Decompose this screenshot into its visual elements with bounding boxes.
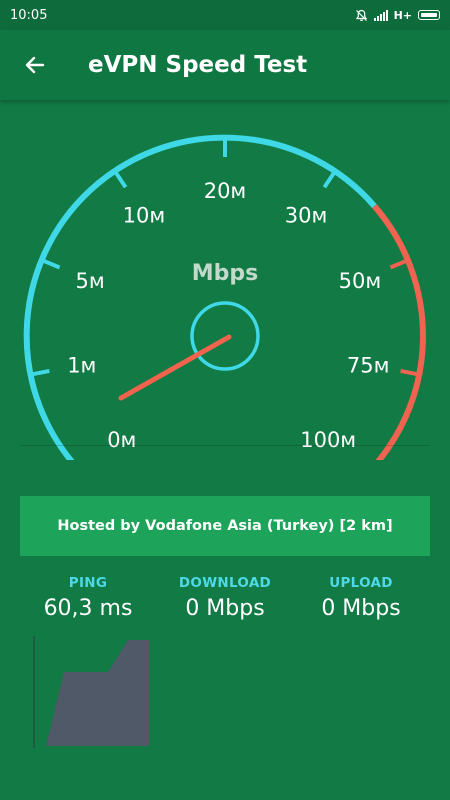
gauge-unit-label: Mbps	[192, 261, 258, 286]
ping-metric: PING 60,3 ms	[13, 575, 163, 621]
download-metric: DOWNLOAD 0 Mbps	[150, 575, 300, 621]
gauge-tick	[322, 170, 337, 189]
gauge-tick-label: 1м	[67, 354, 96, 378]
upload-metric: UPLOAD 0 Mbps	[286, 575, 436, 621]
gauge-tick	[389, 258, 409, 270]
gauge-tick	[30, 368, 50, 377]
gauge-tick	[113, 170, 128, 189]
gauge-tick-label: 75м	[347, 354, 390, 378]
upload-value: 0 Mbps	[321, 596, 401, 621]
host-banner[interactable]: Hosted by Vodafone Asia (Turkey) [2 km]	[20, 496, 430, 556]
alarm-muted-icon	[355, 9, 367, 21]
gauge-tick-label: 30м	[285, 204, 328, 228]
gauge-tick	[41, 258, 61, 270]
app-bar: eVPN Speed Test	[0, 30, 450, 100]
gauge-hub	[190, 301, 260, 371]
ping-graph	[33, 636, 149, 748]
upload-label: UPLOAD	[329, 575, 393, 591]
status-time: 10:05	[10, 7, 48, 23]
gauge-tick-label: 50м	[339, 269, 382, 293]
host-text: Hosted by Vodafone Asia (Turkey) [2 km]	[57, 518, 393, 534]
page-title: eVPN Speed Test	[88, 52, 308, 78]
gauge-tick-label: 100м	[300, 428, 356, 452]
gauge-tick-label: 10м	[123, 204, 166, 228]
ping-value: 60,3 ms	[43, 596, 133, 621]
gauge-arc-normal	[23, 134, 377, 460]
ping-label: PING	[68, 575, 108, 591]
gauge-tick-label: 20м	[204, 179, 247, 203]
gauge-divider	[20, 445, 430, 446]
graph-area	[46, 640, 149, 746]
gauge-tick-label: 0м	[107, 428, 136, 452]
gauge-arc-high	[372, 204, 426, 460]
download-value: 0 Mbps	[185, 596, 265, 621]
back-button[interactable]	[0, 30, 70, 100]
speed-gauge: 0м 1м 5м 10м 20м 30м 50м 75м 100м Mbps	[23, 134, 426, 460]
network-type: H+	[393, 8, 412, 22]
download-label: DOWNLOAD	[178, 575, 272, 591]
status-bar: 10:05 H+	[0, 0, 450, 30]
status-icons: H+	[355, 9, 440, 22]
gauge-tick	[400, 368, 420, 377]
arrow-left-icon	[25, 56, 45, 74]
gauge-tick-label: 5м	[75, 269, 104, 293]
signal-icon	[373, 9, 388, 21]
gauge-labels: 0м 1м 5м 10м 20м 30м 50м 75м 100м	[67, 179, 389, 452]
battery-icon	[418, 10, 440, 20]
